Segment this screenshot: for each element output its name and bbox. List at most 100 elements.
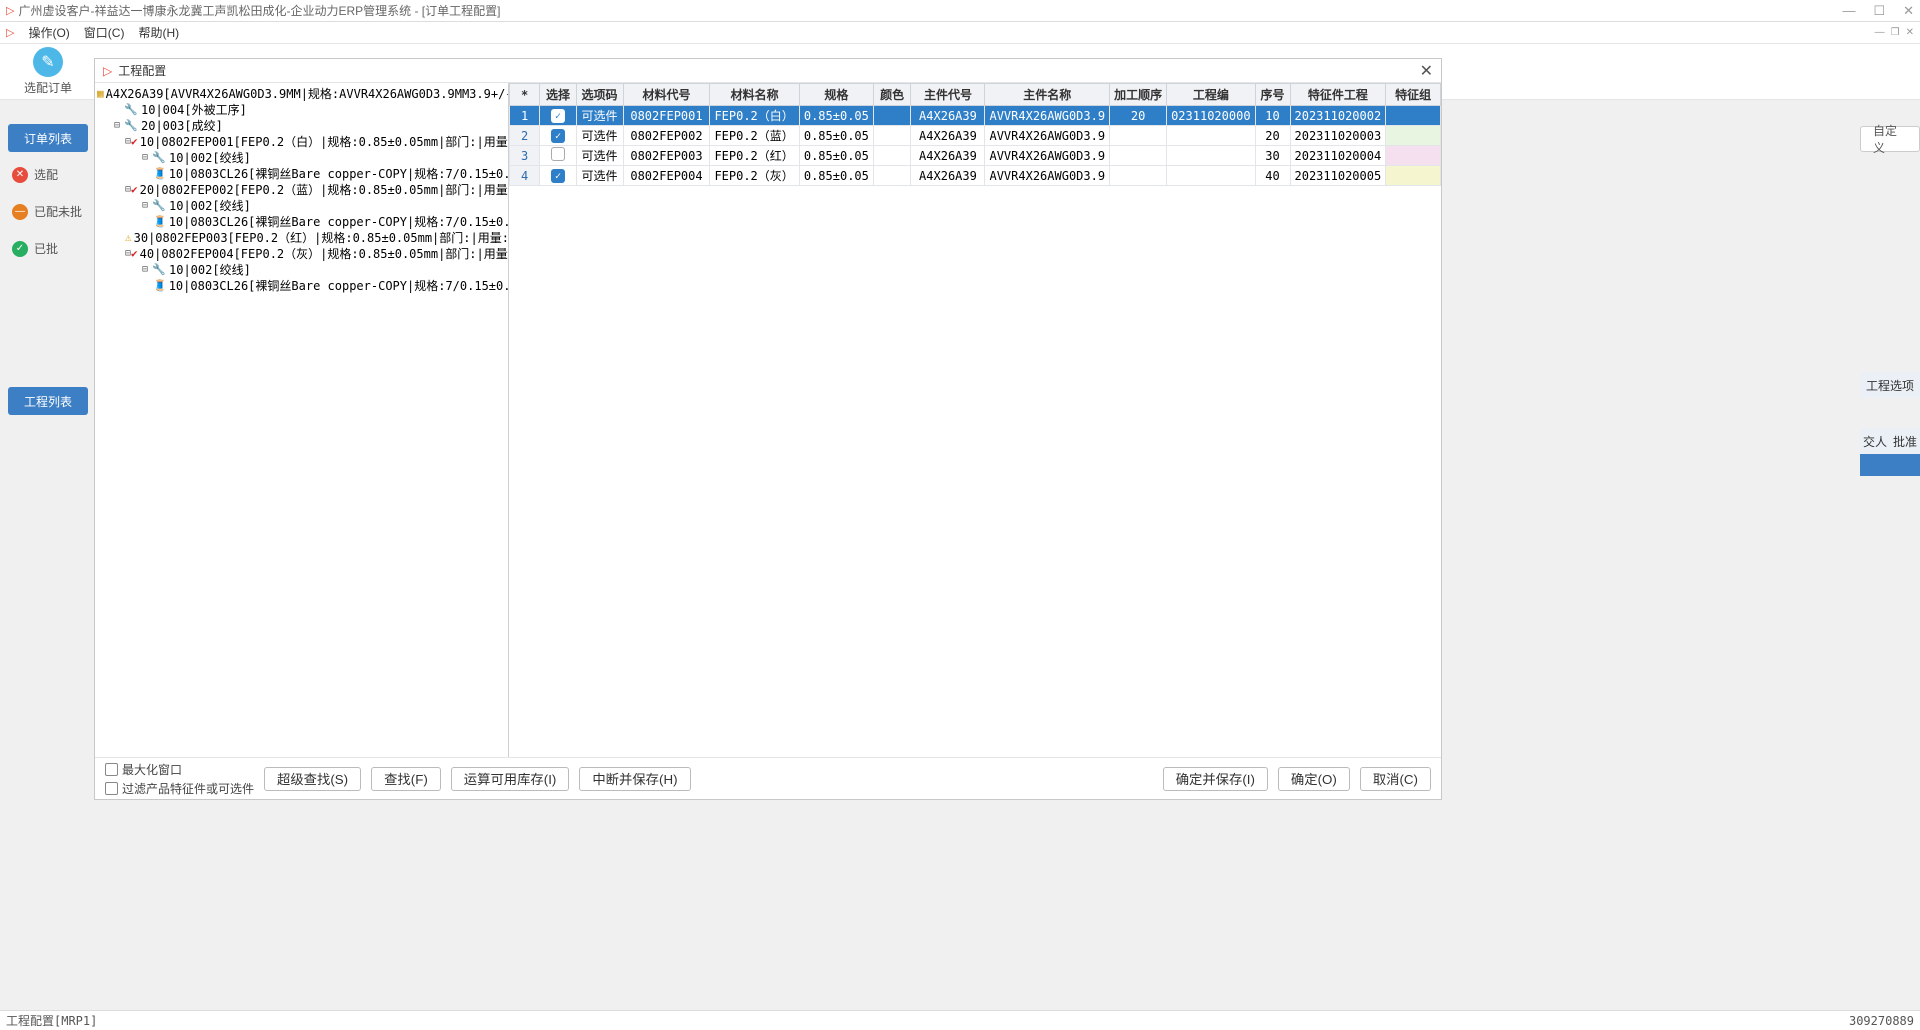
column-header[interactable]: 主件代号 [911,84,985,106]
mdi-restore-icon[interactable]: ❐ [1891,27,1900,38]
row-number: 4 [510,166,540,186]
tree-node[interactable]: ⊟🔧20|003[成绞] [97,117,506,133]
checkbox-icon[interactable]: ✓ [551,109,565,123]
super-find-button[interactable]: 超级查找(S) [264,767,361,791]
column-header[interactable]: 特征组 [1386,84,1441,106]
calc-stock-button[interactable]: 运算可用库存(I) [451,767,570,791]
tree-node[interactable]: ⊟🔧10|002[绞线] [97,149,506,165]
find-button[interactable]: 查找(F) [371,767,441,791]
wrench-icon: 🔧 [151,151,167,164]
filter-checkbox[interactable]: 过滤产品特征件或可选件 [105,780,254,797]
material-name: FEP0.2（红） [710,146,799,166]
sidebar-item-not-approved[interactable]: —已配未批 [8,193,88,230]
table-row[interactable]: 2 ✓ 可选件 0802FEP002 FEP0.2（蓝） 0.85±0.05 A… [510,126,1441,146]
color [873,146,911,166]
spec: 0.85±0.05 [799,146,873,166]
column-header[interactable]: 选择 [540,84,576,106]
sidebar-item-select[interactable]: ✕ 选配 [8,156,88,193]
menu-help[interactable]: 帮助(H) [138,24,179,41]
checkbox-icon[interactable]: ✓ [551,129,565,143]
tree-node[interactable]: ▦A4X26A39[AVVR4X26AWG0D3.9MM|规格:AVVR4X26… [97,85,506,101]
grid-panel[interactable]: *选择选项码材料代号材料名称规格颜色主件代号主件名称加工顺序工程编序号特征件工程… [509,83,1441,757]
material-code: 0802FEP002 [623,126,710,146]
tab-eng-list[interactable]: 工程列表 [8,387,88,415]
main-id: A4X26A39 [911,106,985,126]
eng-id [1167,146,1255,166]
column-header[interactable]: 材料名称 [710,84,799,106]
checkbox-icon[interactable]: ✓ [551,169,565,183]
tree-node[interactable]: 🔧10|004[外被工序] [97,101,506,117]
spool-icon: 🧵 [153,215,167,228]
app-title: 广州虚设客户-祥益达一博康永龙冀工声凯松田成化-企业动力ERP管理系统 - [订… [18,2,500,19]
table-row[interactable]: 1 ✓ 可选件 0802FEP001 FEP0.2（白） 0.85±0.05 A… [510,106,1441,126]
column-header[interactable]: 工程编 [1167,84,1255,106]
material-name: FEP0.2（灰） [710,166,799,186]
select-order-label: 选配订单 [24,79,72,96]
tree-label: 10|0803CL26[裸铜丝Bare copper-COPY|规格:7/0.1… [169,165,509,182]
proc-seq [1110,146,1167,166]
tab-order-list[interactable]: 订单列表 [8,124,88,152]
tree-node[interactable]: ⊟✔40|0802FEP004[FEP0.2（灰）|规格:0.85±0.05mm… [97,245,506,261]
cross-icon: ✕ [12,167,28,183]
tree-node[interactable]: 🧵10|0803CL26[裸铜丝Bare copper-COPY|规格:7/0.… [97,277,506,293]
confirm-save-button[interactable]: 确定并保存(I) [1163,767,1268,791]
sidebar-item-approved[interactable]: ✓已批 [8,230,88,267]
tree-node[interactable]: ⚠30|0802FEP003[FEP0.2（红）|规格:0.85±0.05mm|… [97,229,506,245]
column-header[interactable]: * [510,84,540,106]
column-header[interactable]: 颜色 [873,84,911,106]
main-name: AVVR4X26AWG0D3.9 [985,126,1110,146]
column-header[interactable]: 主件名称 [985,84,1110,106]
eng-option-button[interactable]: 工程选项 [1860,372,1920,398]
table-row[interactable]: 4 ✓ 可选件 0802FEP004 FEP0.2（灰） 0.85±0.05 A… [510,166,1441,186]
tree-node[interactable]: 🧵10|0803CL26[裸铜丝Bare copper-COPY|规格:7/0.… [97,165,506,181]
maximize-window-checkbox[interactable]: 最大化窗口 [105,761,254,778]
table-row[interactable]: 3 可选件 0802FEP003 FEP0.2（红） 0.85±0.05 A4X… [510,146,1441,166]
select-order-button[interactable]: ✎ 选配订单 [24,47,72,96]
column-header[interactable]: 选项码 [576,84,623,106]
mdi-close-icon[interactable]: ✕ [1906,27,1914,38]
maximize-button[interactable]: ☐ [1873,3,1885,19]
select-cell[interactable] [540,146,576,166]
select-cell[interactable]: ✓ [540,106,576,126]
tree-node[interactable]: ⊟🔧10|002[绞线] [97,261,506,277]
select-cell[interactable]: ✓ [540,166,576,186]
color [873,106,911,126]
row-number: 1 [510,106,540,126]
eng-id: 02311020000 [1167,106,1255,126]
menu-window[interactable]: 窗口(C) [84,24,125,41]
doc-icon: ▦ [97,87,104,100]
eng-id [1167,166,1255,186]
dialog-close-button[interactable]: ✕ [1420,61,1433,81]
tree-node[interactable]: ⊟✔20|0802FEP002[FEP0.2（蓝）|规格:0.85±0.05mm… [97,181,506,197]
column-header[interactable]: 加工顺序 [1110,84,1167,106]
cancel-button[interactable]: 取消(C) [1360,767,1431,791]
right-active-row[interactable] [1860,454,1920,476]
color [873,126,911,146]
tree-node[interactable]: 🧵10|0803CL26[裸铜丝Bare copper-COPY|规格:7/0.… [97,213,506,229]
checkbox-icon[interactable] [551,147,565,161]
expand-icon[interactable]: ⊟ [139,152,151,163]
mdi-controls: — ❐ ✕ [1875,27,1914,38]
column-header[interactable]: 特征件工程 [1290,84,1386,106]
tree-node[interactable]: ⊟✔10|0802FEP001[FEP0.2（白）|规格:0.85±0.05mm… [97,133,506,149]
tree-panel[interactable]: ▦A4X26A39[AVVR4X26AWG0D3.9MM|规格:AVVR4X26… [95,83,509,757]
close-button[interactable]: ✕ [1903,3,1914,19]
column-header[interactable]: 规格 [799,84,873,106]
minimize-button[interactable]: — [1842,3,1855,19]
tree-node[interactable]: ⊟🔧10|002[绞线] [97,197,506,213]
main-name: AVVR4X26AWG0D3.9 [985,106,1110,126]
expand-icon[interactable]: ⊟ [139,264,151,275]
expand-icon[interactable]: ⊟ [111,120,123,131]
menu-operate[interactable]: 操作(O) [28,24,69,41]
interrupt-save-button[interactable]: 中断并保存(H) [579,767,690,791]
option-code: 可选件 [576,166,623,186]
sidebar-item-label: 已批 [34,240,58,257]
select-cell[interactable]: ✓ [540,126,576,146]
mdi-min-icon[interactable]: — [1875,27,1885,38]
column-header[interactable]: 材料代号 [623,84,710,106]
sidebar-item-label: 选配 [34,166,58,183]
confirm-button[interactable]: 确定(O) [1278,767,1350,791]
custom-button[interactable]: 自定义 [1860,126,1920,152]
expand-icon[interactable]: ⊟ [139,200,151,211]
column-header[interactable]: 序号 [1255,84,1290,106]
